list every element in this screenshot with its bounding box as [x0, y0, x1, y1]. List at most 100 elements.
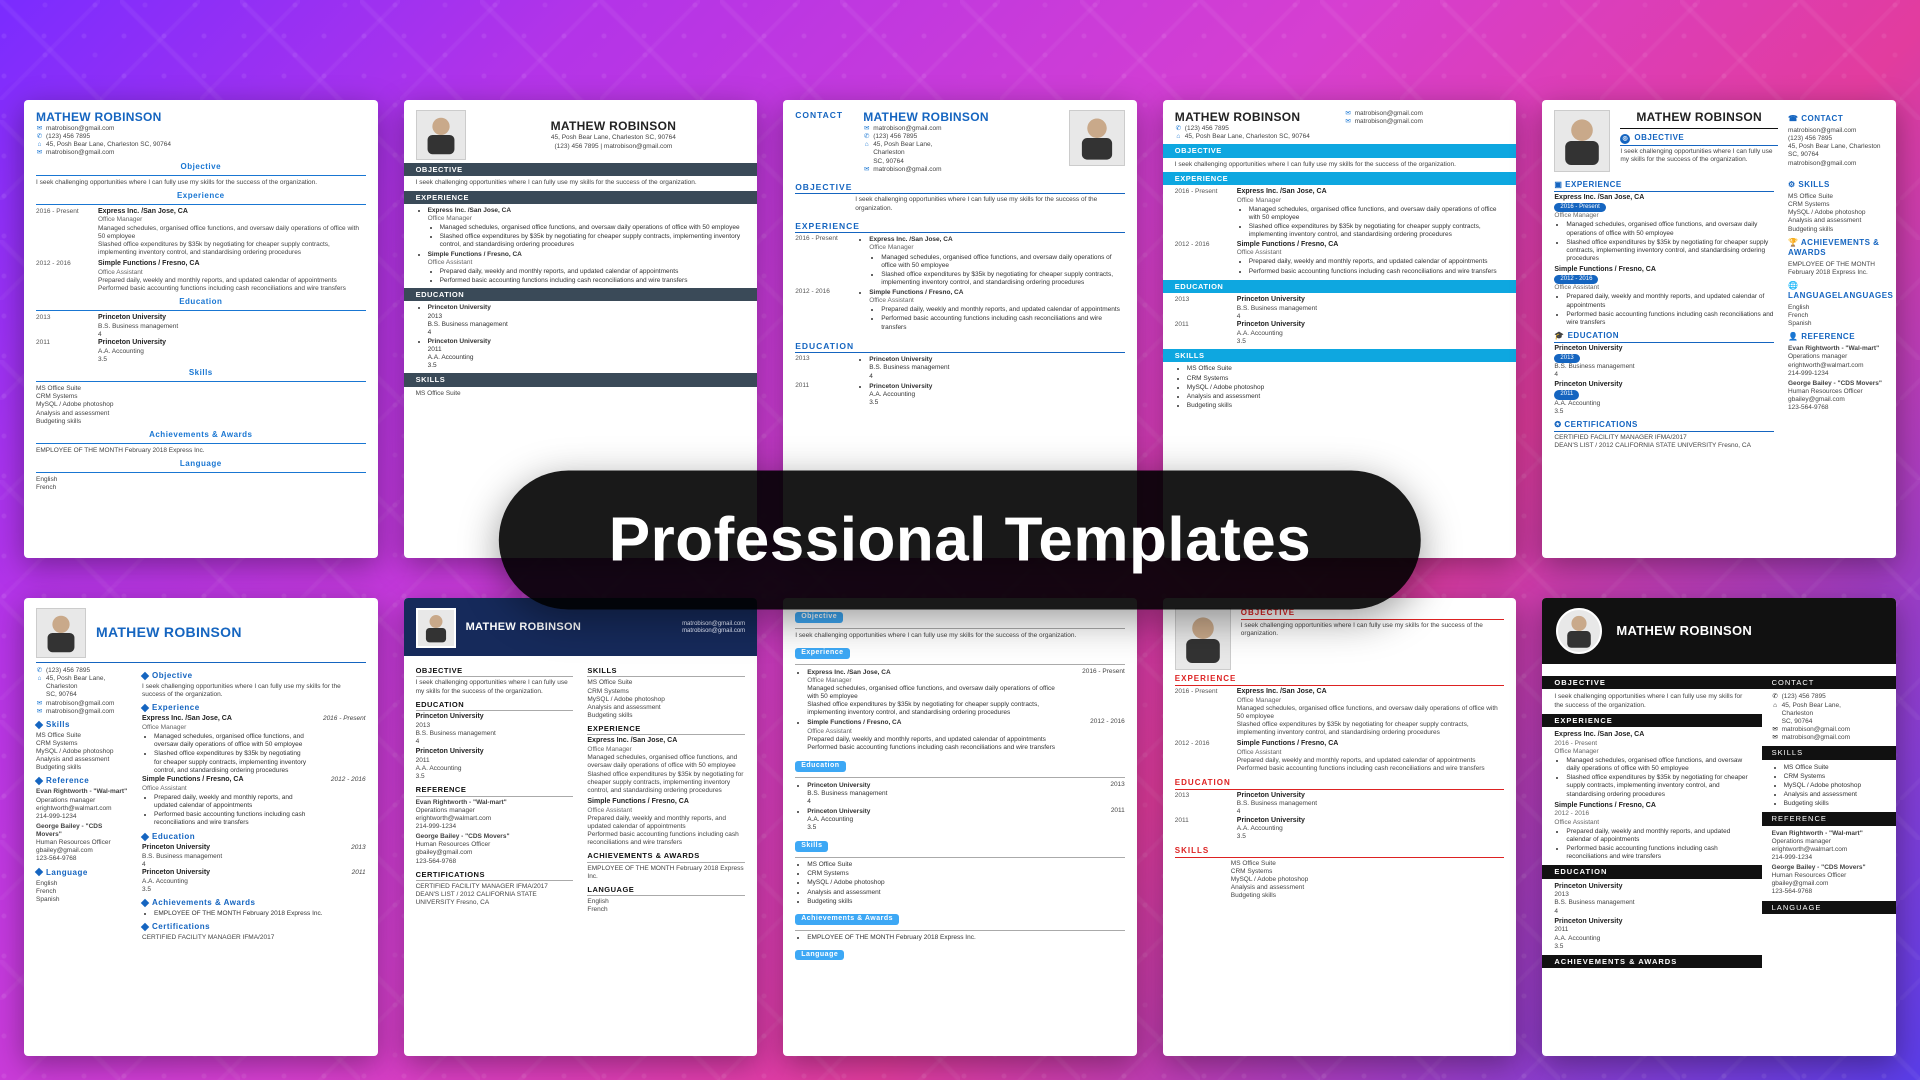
email-icon: ✉ — [36, 125, 43, 133]
section-experience: Experience — [36, 191, 366, 201]
section-objective: OBJECTIVE — [1241, 608, 1505, 620]
section-objective: OBJECTIVE — [1163, 144, 1517, 157]
avatar — [1175, 608, 1231, 670]
diamond-icon — [141, 833, 149, 841]
name: MATHEW ROBINSON — [1175, 110, 1335, 125]
resume-template-5[interactable]: MATHEW ROBINSON ◎OBJECTIVE I seek challe… — [1542, 100, 1896, 558]
section-experience: EXPERIENCE — [587, 724, 745, 735]
section-experience: ▣ EXPERIENCE — [1554, 180, 1774, 192]
email-icon: ✉ — [36, 149, 43, 157]
section-education: EDUCATION — [1542, 865, 1761, 878]
phone-icon: ✆ — [1772, 693, 1779, 701]
section-education: EDUCATION — [795, 341, 1125, 354]
name: MATHEW ROBINSON — [1620, 110, 1778, 125]
contact-icon: ☎ — [1788, 114, 1801, 123]
section-objective: OBJECTIVE — [404, 163, 758, 176]
section-experience: EXPERIENCE — [404, 191, 758, 204]
resume-template-6[interactable]: MATHEW ROBINSON ✆(123) 456 7895 ⌂45, Pos… — [24, 598, 378, 1056]
phone-icon: ✆ — [36, 667, 43, 675]
section-education: EDUCATION — [404, 288, 758, 301]
diamond-icon — [141, 672, 149, 680]
section-skills: SKILLS — [1762, 746, 1896, 759]
section-experience: EXPERIENCE — [1542, 714, 1761, 727]
name: MATHEW ROBINSON — [36, 110, 366, 125]
email-icon: ✉ — [1772, 734, 1779, 742]
globe-icon: 🌐 — [1788, 281, 1798, 290]
avatar — [416, 608, 456, 648]
section-objective: OBJECTIVE — [1542, 676, 1761, 689]
location-icon: ⌂ — [863, 141, 870, 149]
section-certifications: CERTIFICATIONS — [416, 870, 574, 881]
email-icon: ✉ — [863, 166, 870, 174]
section-language: LANGUAGE — [587, 885, 745, 896]
section-awards: Achievements & Awards — [795, 914, 899, 925]
diamond-icon — [141, 923, 149, 931]
section-awards: ACHIEVEMENTS & AWARDS — [587, 851, 745, 862]
section-language: LANGUAGE — [1762, 901, 1896, 914]
name: MATHEW ROBINSON — [482, 119, 746, 134]
section-skills: SKILLS — [587, 666, 745, 677]
email-icon: ✉ — [1345, 118, 1352, 126]
diamond-icon — [35, 777, 43, 785]
section-awards: ACHIEVEMENTS & AWARDS — [1542, 955, 1761, 968]
name: MATHEW ROBINSON — [1616, 623, 1752, 639]
diamond-icon — [141, 899, 149, 907]
section-education: Education — [795, 761, 845, 772]
name: MATHEW ROBINSON — [863, 110, 1059, 125]
email-icon: ✉ — [863, 125, 870, 133]
email-icon: ✉ — [36, 700, 43, 708]
section-reference: REFERENCE — [416, 785, 574, 796]
avatar — [1554, 110, 1610, 172]
objective-icon: ◎ — [1620, 134, 1630, 144]
phone-icon: ✆ — [1175, 125, 1182, 133]
section-objective: Objective — [795, 612, 843, 623]
section-education: EDUCATION — [1163, 280, 1517, 293]
briefcase-icon: ▣ — [1554, 180, 1565, 189]
section-objective: Objective — [36, 162, 366, 172]
trophy-icon: 🏆 — [1788, 238, 1801, 247]
section-language: Language — [795, 950, 844, 961]
section-experience: Experience — [795, 648, 849, 659]
resume-template-7[interactable]: MATHEW ROBINSON matrobison@gmail.com mat… — [404, 598, 758, 1056]
section-education: Education — [36, 297, 366, 307]
resume-template-8[interactable]: Objective I seek challenging opportuniti… — [783, 598, 1137, 1056]
section-experience: EXPERIENCE — [1175, 674, 1505, 686]
section-awards: Achievements & Awards — [36, 430, 366, 440]
title-badge: Professional Templates — [499, 471, 1421, 610]
diamond-icon — [35, 868, 43, 876]
resume-template-1[interactable]: MATHEW ROBINSON ✉matrobison@gmail.com ✆(… — [24, 100, 378, 558]
resume-template-10[interactable]: MATHEW ROBINSON OBJECTIVE I seek challen… — [1542, 598, 1896, 1056]
graduation-icon: 🎓 — [1554, 331, 1567, 340]
location-icon: ⌂ — [1175, 133, 1182, 141]
avatar — [36, 608, 86, 658]
section-contact: CONTACT — [795, 110, 853, 122]
avatar — [1556, 608, 1602, 654]
location-icon: ⌂ — [1772, 702, 1779, 710]
section-objective: OBJECTIVE — [795, 182, 1125, 195]
phone-icon: ✆ — [36, 133, 43, 141]
email-icon: ✉ — [1772, 726, 1779, 734]
section-education: 🎓 EDUCATION — [1554, 331, 1774, 343]
section-education: EDUCATION — [1175, 778, 1505, 790]
name: MATHEW ROBINSON — [96, 624, 242, 642]
section-skills: Skills — [795, 841, 828, 852]
section-skills: Skills — [36, 368, 366, 378]
email-icon: ✉ — [36, 708, 43, 716]
section-skills: SKILLS — [1175, 846, 1505, 858]
medal-icon: ✪ — [1554, 420, 1564, 429]
location-icon: ⌂ — [36, 675, 43, 683]
section-reference: REFERENCE — [1762, 812, 1896, 825]
gear-icon: ⚙ — [1788, 180, 1798, 189]
avatar — [416, 110, 466, 160]
name: MATHEW ROBINSON — [466, 621, 672, 635]
diamond-icon — [141, 704, 149, 712]
section-experience: EXPERIENCE — [1163, 172, 1517, 185]
diamond-icon — [35, 720, 43, 728]
section-skills: SKILLS — [1163, 349, 1517, 362]
phone-icon: ✆ — [863, 133, 870, 141]
section-contact: CONTACT — [1762, 676, 1896, 689]
section-skills: SKILLS — [404, 373, 758, 386]
location-icon: ⌂ — [36, 141, 43, 149]
avatar — [1069, 110, 1125, 166]
resume-template-9[interactable]: OBJECTIVE I seek challenging opportuniti… — [1163, 598, 1517, 1056]
